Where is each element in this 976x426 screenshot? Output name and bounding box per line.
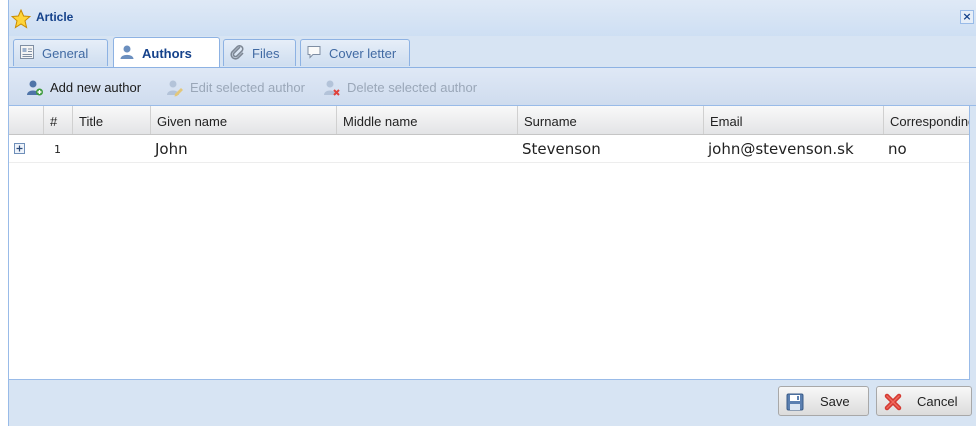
cancel-x-icon [884, 393, 902, 411]
header-surname[interactable]: Surname [518, 106, 704, 134]
expand-row-icon[interactable] [14, 143, 25, 154]
tab-authors[interactable]: Authors [113, 37, 220, 68]
cell-email: john@stevenson.sk [708, 140, 854, 158]
close-button[interactable]: × [960, 10, 974, 24]
tab-files-label: Files [252, 46, 280, 61]
edit-author-label: Edit selected author [190, 80, 305, 95]
authors-grid: # Title Given name Middle name Surname E… [8, 106, 970, 380]
cancel-label: Cancel [917, 394, 958, 409]
cell-given-name: John [155, 140, 188, 158]
delete-user-icon [324, 80, 340, 96]
grid-header: # Title Given name Middle name Surname E… [9, 106, 969, 135]
tab-authors-label: Authors [142, 46, 192, 61]
tab-files[interactable]: Files [223, 39, 296, 66]
save-label: Save [820, 394, 850, 409]
table-row[interactable]: 1 John Stevenson john@stevenson.sk no [9, 135, 969, 163]
tab-cover-letter-label: Cover letter [329, 46, 397, 61]
add-author-label: Add new author [50, 80, 142, 95]
header-middle-name[interactable]: Middle name [337, 106, 518, 134]
window-titlebar[interactable]: Article × [9, 0, 976, 36]
user-icon [120, 45, 134, 59]
save-button[interactable]: Save [778, 386, 869, 416]
header-expander [9, 106, 44, 134]
form-icon [20, 45, 34, 59]
cancel-button[interactable]: Cancel [876, 386, 972, 416]
dialog-footer: Save Cancel [8, 380, 975, 426]
tab-general[interactable]: General [13, 39, 108, 66]
tab-general-label: General [42, 46, 89, 61]
header-corresponding[interactable]: Corresponding [884, 106, 969, 134]
authors-toolbar: Add new author Edit selected author Dele… [9, 68, 976, 106]
header-title[interactable]: Title [73, 106, 151, 134]
header-number[interactable]: # [44, 106, 73, 134]
tab-strip: General Authors Files Cover letter [9, 37, 976, 68]
window-title: Article [36, 10, 74, 24]
star-icon [11, 9, 31, 29]
cell-middle-name [337, 135, 518, 162]
tab-cover-letter[interactable]: Cover letter [300, 39, 410, 66]
header-given-name[interactable]: Given name [151, 106, 337, 134]
edit-user-icon [167, 80, 183, 97]
speech-bubble-icon [307, 46, 321, 59]
cell-number: 1 [54, 143, 61, 156]
add-user-icon [27, 80, 43, 96]
floppy-disk-icon [786, 393, 804, 411]
header-email[interactable]: Email [704, 106, 884, 134]
delete-author-label: Delete selected author [347, 80, 478, 95]
cell-title [73, 135, 151, 162]
paperclip-icon [230, 45, 244, 60]
cell-surname: Stevenson [522, 140, 601, 158]
cell-corresponding: no [888, 140, 907, 158]
